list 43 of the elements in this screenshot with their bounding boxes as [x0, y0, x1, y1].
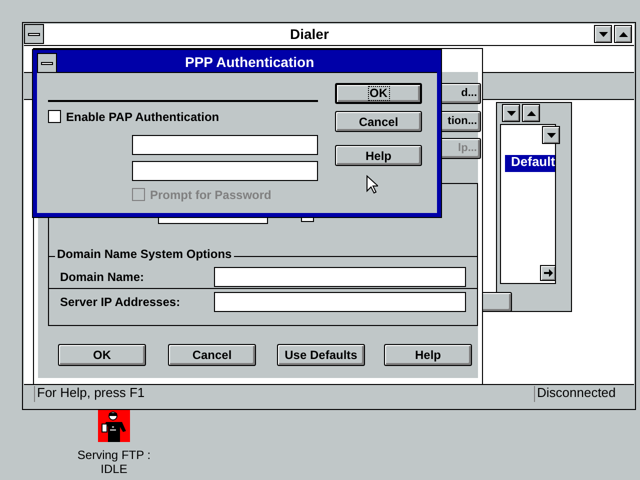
text-field[interactable]: [214, 267, 466, 287]
dialog-button[interactable]: Help: [335, 145, 422, 166]
text-field[interactable]: [132, 135, 318, 155]
dialog-button[interactable]: Help: [384, 344, 472, 366]
down-arrow-icon: [546, 132, 556, 138]
dialog-button[interactable]: OK: [58, 344, 146, 366]
text-field[interactable]: [214, 292, 466, 312]
mouse-cursor: [366, 175, 378, 194]
up-arrow-icon: [618, 32, 628, 36]
down-arrow-icon: [598, 32, 608, 36]
connection-status: Disconnected: [534, 386, 628, 402]
status-message: For Help, press F1: [34, 386, 508, 402]
scroll-up-button[interactable]: [522, 104, 540, 122]
dialog-button[interactable]: d...: [441, 83, 481, 104]
list-item[interactable]: Default: [505, 155, 555, 172]
scroll-up-button[interactable]: [614, 25, 632, 43]
field-label: Domain Name:: [60, 270, 146, 286]
system-menu-button[interactable]: [24, 24, 44, 44]
partial-button[interactable]: [480, 292, 512, 312]
dialog-button[interactable]: tion...: [441, 111, 481, 132]
dialog-button[interactable]: Cancel: [168, 344, 256, 366]
field-label: Server IP Addresses:: [60, 295, 182, 311]
scroll-down-button[interactable]: [542, 126, 560, 144]
dialog-button[interactable]: Use Defaults: [277, 344, 365, 366]
dialog-button[interactable]: Cancel: [335, 111, 422, 132]
up-arrow-icon: [526, 110, 536, 116]
dialog-button[interactable]: OK: [335, 83, 422, 104]
system-menu-button[interactable]: [37, 53, 57, 73]
scroll-right-button[interactable]: [540, 265, 556, 281]
checkbox-label: Enable PAP Authentication: [66, 110, 220, 126]
down-arrow-icon: [506, 110, 516, 116]
text-field[interactable]: [132, 161, 318, 181]
waiter-icon[interactable]: [98, 410, 130, 442]
checkbox-label: Prompt for Password: [150, 188, 272, 204]
window-title: Dialer: [290, 27, 329, 43]
dialog-title: PPP Authentication: [185, 55, 314, 71]
right-arrow-icon: [544, 269, 552, 277]
icon-label[interactable]: Serving FTP :: [60, 448, 168, 462]
checkbox[interactable]: [48, 110, 61, 123]
icon-label[interactable]: IDLE: [60, 462, 168, 476]
scroll-down-button[interactable]: [594, 25, 612, 43]
scroll-down-button[interactable]: [502, 104, 520, 122]
group-title: Domain Name System Options: [55, 247, 234, 261]
